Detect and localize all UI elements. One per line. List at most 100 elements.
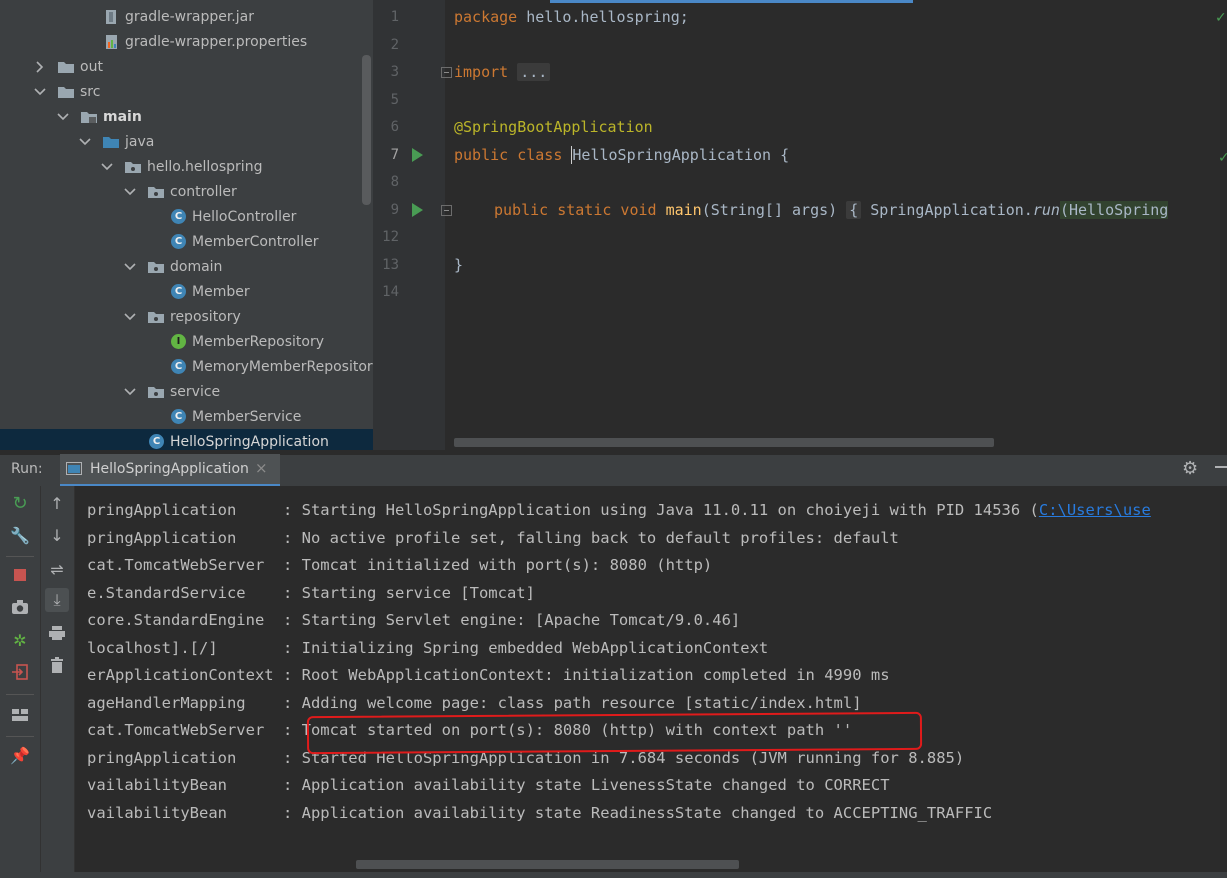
code-line-1: package hello.hellospring; <box>454 8 689 26</box>
folded-brace[interactable]: { <box>846 201 862 219</box>
code-line-13: } <box>454 256 463 274</box>
close-icon[interactable]: × <box>255 459 268 477</box>
line-number: 6 <box>390 119 399 135</box>
trash-icon[interactable] <box>46 654 68 676</box>
tree-item-hellocontroller[interactable]: C HelloController <box>0 204 373 229</box>
code-line-7: public class HelloSpringApplication { <box>454 146 789 164</box>
code-editor[interactable]: 1 2 3 5 6 7 8 9 12 13 14 package hello.h… <box>373 0 1227 450</box>
tree-item-domain[interactable]: domain <box>0 254 373 279</box>
class-name: HelloSpringApplication <box>571 146 772 164</box>
console-horizontal-scrollbar[interactable] <box>356 860 739 869</box>
file-path-link[interactable]: C:\Users\use <box>1039 501 1151 519</box>
fold-icon[interactable] <box>441 67 452 78</box>
project-tree-panel: gradle-wrapper.jar gradle-wrapper.proper… <box>0 0 373 450</box>
keyword: package <box>454 8 518 26</box>
console-line: pringApplication : No active profile set… <box>87 529 899 547</box>
status-bar <box>0 872 1227 878</box>
code-text: hello.hellospring; <box>517 8 689 26</box>
line-number: 12 <box>382 229 399 245</box>
line-number: 5 <box>390 92 399 108</box>
tree-item-java[interactable]: java <box>0 129 373 154</box>
folded-imports[interactable]: ... <box>517 63 551 81</box>
tree-item-memberrepository[interactable]: I MemberRepository <box>0 329 373 354</box>
console-line: e.StandardService : Starting service [To… <box>87 584 535 602</box>
minimize-icon[interactable] <box>1215 466 1227 468</box>
tree-scrollbar[interactable] <box>362 55 371 205</box>
code-text: } <box>454 256 464 274</box>
highlight-annotation-box <box>306 711 923 755</box>
tree-item-service[interactable]: service <box>0 379 373 404</box>
scroll-to-end-icon[interactable]: ⤓ <box>45 588 69 612</box>
interface-icon: I <box>171 334 186 349</box>
run-label: Run: <box>11 461 43 477</box>
tree-item-hello-hellospring[interactable]: hello.hellospring <box>0 154 373 179</box>
console-output[interactable]: pringApplication : Starting HelloSpringA… <box>75 486 1227 878</box>
tree-item-hellospringapplication[interactable]: C HelloSpringApplication <box>0 429 373 450</box>
soft-wrap-icon[interactable]: ⇌ <box>46 558 68 580</box>
tree-item-gradle-wrapper-jar[interactable]: gradle-wrapper.jar <box>0 4 373 29</box>
debug-bug-icon[interactable]: ✲ <box>9 629 31 651</box>
run-gutter-icon[interactable] <box>412 148 423 162</box>
tree-item-src[interactable]: src <box>0 79 373 104</box>
exit-icon[interactable] <box>9 661 31 683</box>
logger-name: e.StandardService <box>87 584 283 602</box>
tree-item-out[interactable]: out <box>0 54 373 79</box>
tree-item-controller[interactable]: controller <box>0 179 373 204</box>
properties-file-icon <box>104 34 122 50</box>
tree-item-label: src <box>80 83 101 100</box>
run-gutter-icon[interactable] <box>412 203 423 217</box>
editor-horizontal-scrollbar[interactable] <box>454 438 994 447</box>
gear-icon[interactable]: ⚙ <box>1182 458 1198 479</box>
chevron-right-icon[interactable] <box>33 60 47 74</box>
log-message: Starting HelloSpringApplication using Ja… <box>301 501 1039 519</box>
console-line: core.StandardEngine : Starting Servlet e… <box>87 611 741 629</box>
tree-item-gradle-wrapper-properties[interactable]: gradle-wrapper.properties <box>0 29 373 54</box>
tree-item-memberservice[interactable]: C MemberService <box>0 404 373 429</box>
chevron-down-icon[interactable] <box>123 185 137 199</box>
chevron-down-icon[interactable] <box>78 135 92 149</box>
camera-icon[interactable] <box>9 596 31 618</box>
chevron-down-icon[interactable] <box>123 385 137 399</box>
code-text: SpringApplication. <box>870 201 1033 219</box>
tree-item-main[interactable]: main <box>0 104 373 129</box>
layout-icon[interactable] <box>9 704 31 726</box>
log-message: Root WebApplicationContext: initializati… <box>301 666 890 684</box>
tree-item-memorymemberrepository[interactable]: C MemoryMemberRepository <box>0 354 373 379</box>
arrow-down-icon[interactable]: ↓ <box>46 524 68 546</box>
wrench-icon[interactable]: 🔧 <box>9 524 31 546</box>
tree-item-label: java <box>125 133 155 150</box>
package-icon <box>147 384 165 400</box>
logger-name: cat.TomcatWebServer <box>87 556 283 574</box>
tree-item-repository[interactable]: repository <box>0 304 373 329</box>
print-icon[interactable] <box>46 622 68 644</box>
run-toolbar-primary: ↻ 🔧 ✲ 📌 <box>0 486 41 878</box>
log-message: Tomcat initialized with port(s): 8080 (h… <box>301 556 713 574</box>
toolbar-separator <box>6 736 34 737</box>
console-line: vailabilityBean : Application availabili… <box>87 776 890 794</box>
logger-name: erApplicationContext <box>87 666 283 684</box>
chevron-down-icon[interactable] <box>123 260 137 274</box>
fold-icon[interactable] <box>441 205 452 216</box>
keyword: import <box>454 63 509 81</box>
folder-icon <box>57 84 75 100</box>
chevron-down-icon[interactable] <box>100 160 114 174</box>
tree-item-membercontroller[interactable]: C MemberController <box>0 229 373 254</box>
pin-icon[interactable]: 📌 <box>9 744 31 766</box>
chevron-down-icon[interactable] <box>123 310 137 324</box>
chevron-down-icon[interactable] <box>56 110 70 124</box>
arrow-up-icon[interactable]: ↑ <box>46 492 68 514</box>
tree-item-label: gradle-wrapper.properties <box>125 33 308 50</box>
console-line: vailabilityBean : Application availabili… <box>87 804 993 822</box>
tree-item-label: MemoryMemberRepository <box>192 358 373 375</box>
tree-item-label: HelloController <box>192 208 297 225</box>
rerun-icon[interactable]: ↻ <box>9 492 31 514</box>
application-run-icon <box>66 461 82 475</box>
tree-item-label: Member <box>192 283 250 300</box>
chevron-down-icon[interactable] <box>33 85 47 99</box>
tree-item-member[interactable]: C Member <box>0 279 373 304</box>
package-icon <box>147 184 165 200</box>
method-name: main <box>665 201 702 219</box>
stop-icon[interactable] <box>9 564 31 586</box>
inspection-ok-icon[interactable]: ✓ <box>1215 10 1227 26</box>
logger-name: ageHandlerMapping <box>87 694 283 712</box>
